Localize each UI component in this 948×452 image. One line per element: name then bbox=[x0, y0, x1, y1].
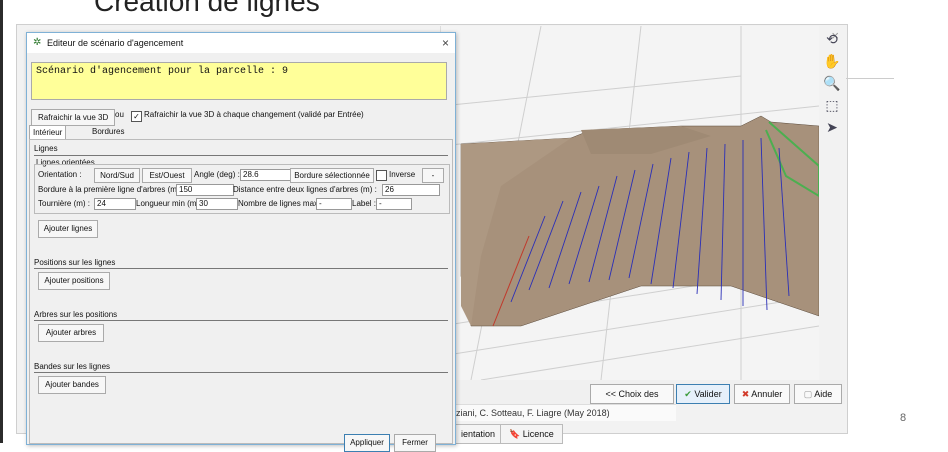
divider bbox=[846, 78, 894, 79]
choose-files-button[interactable]: << Choix des fichiers bbox=[590, 384, 674, 417]
scene-bottom-bar: << Choix des fichiers ✔ Valider ✖ Annule… bbox=[440, 380, 845, 417]
app-icon: ✲ bbox=[33, 37, 42, 48]
max-lines-label: Nombre de lignes max : bbox=[238, 199, 323, 208]
first-row-border-label: Bordure à la première ligne d'arbres (m)… bbox=[38, 185, 185, 194]
or-label: ou bbox=[115, 110, 124, 119]
angle-input[interactable]: 28.6 bbox=[240, 169, 292, 181]
interieur-parcelle-panel: Lignes Lignes orientées Orientation : No… bbox=[29, 139, 453, 444]
label-label: Label : bbox=[352, 199, 377, 208]
cancel-label: Annuler bbox=[751, 389, 783, 399]
pointer-icon[interactable]: ➤ bbox=[823, 118, 841, 136]
slide-page-number: 8 bbox=[900, 412, 907, 424]
rotate-icon[interactable]: ⟲ bbox=[823, 30, 841, 48]
slide-title: Création de lignes bbox=[94, 0, 320, 17]
auto-refresh-checkbox[interactable]: ✓ bbox=[131, 111, 142, 122]
slide-left-border bbox=[0, 0, 3, 443]
zoom-region-icon[interactable]: ⬚ bbox=[823, 96, 841, 114]
validate-button[interactable]: ✔ Valider bbox=[676, 384, 730, 404]
pan-hand-icon[interactable]: ✋ bbox=[823, 52, 841, 70]
close-icon[interactable]: × bbox=[442, 33, 449, 53]
licence-label: Licence bbox=[522, 429, 554, 439]
inverse-checkbox[interactable] bbox=[376, 170, 387, 181]
label-input[interactable]: - bbox=[376, 198, 412, 210]
min-length-input[interactable]: 30 bbox=[196, 198, 238, 210]
x-icon: ✖ bbox=[741, 389, 750, 399]
section-title-positions: Positions sur les lignes bbox=[34, 258, 116, 267]
apply-button[interactable]: Appliquer bbox=[344, 434, 390, 452]
section-divider bbox=[34, 372, 448, 373]
auto-refresh-label: Rafraichir la vue 3D à chaque changement… bbox=[144, 110, 364, 119]
add-trees-button[interactable]: Ajouter arbres bbox=[38, 324, 104, 342]
zoom-icon[interactable]: 🔍 bbox=[823, 74, 841, 92]
row-distance-input[interactable]: 26 bbox=[382, 184, 440, 196]
orientation-label: Orientation : bbox=[38, 170, 82, 179]
tourniere-input[interactable]: 24 bbox=[94, 198, 136, 210]
scenario-editor-dialog: ✲ Editeur de scénario d'agencement × Scé… bbox=[26, 32, 456, 445]
help-icon: ▢ bbox=[803, 389, 813, 399]
scenario-text-area[interactable]: Scénario d'agencement pour la parcelle :… bbox=[31, 62, 447, 100]
max-lines-input[interactable]: - bbox=[316, 198, 352, 210]
inverse-label: Inverse bbox=[389, 170, 416, 179]
3d-viewport[interactable] bbox=[440, 26, 819, 380]
section-divider bbox=[34, 320, 448, 321]
credits-text: ziani, C. Sotteau, F. Liagre (May 2018) bbox=[440, 404, 676, 421]
validate-label: Valider bbox=[694, 389, 722, 399]
section-divider bbox=[34, 268, 448, 269]
angle-label: Angle (deg) : bbox=[194, 170, 240, 179]
row-distance-label: Distance entre deux lignes d'arbres (m) … bbox=[233, 185, 377, 194]
first-row-border-input[interactable]: 150 bbox=[176, 184, 234, 196]
check-icon: ✔ bbox=[684, 389, 692, 399]
licence-icon: 🔖 bbox=[509, 429, 521, 439]
add-lines-button[interactable]: Ajouter lignes bbox=[38, 220, 98, 238]
refresh-3d-button[interactable]: Rafraichir la vue 3D bbox=[31, 109, 116, 126]
tourniere-label: Tournière (m) : bbox=[38, 199, 91, 208]
section-title-arbres: Arbres sur les positions bbox=[34, 310, 118, 319]
add-bands-button[interactable]: Ajouter bandes bbox=[38, 376, 106, 394]
tab-interieur-parcelle[interactable]: Intérieur parcelle bbox=[29, 125, 67, 150]
section-title-lignes: Lignes bbox=[34, 144, 58, 153]
3d-scene[interactable] bbox=[441, 26, 819, 380]
dialog-title: Editeur de scénario d'agencement bbox=[47, 38, 184, 48]
dialog-body: Scénario d'agencement pour la parcelle :… bbox=[27, 53, 455, 444]
help-label: Aide bbox=[814, 389, 833, 399]
est-ouest-button[interactable]: Est/Ouest bbox=[142, 168, 192, 183]
scene-toolbar: ⟲ ✋ 🔍 ⬚ ➤ bbox=[818, 26, 846, 146]
tab-bordures[interactable]: Bordures bbox=[89, 125, 127, 138]
help-button[interactable]: ▢ Aide bbox=[794, 384, 842, 404]
min-length-label: Longueur min (m) : bbox=[136, 199, 204, 208]
dialog-titlebar[interactable]: ✲ Editeur de scénario d'agencement × bbox=[27, 33, 455, 53]
nord-sud-button[interactable]: Nord/Sud bbox=[94, 168, 140, 183]
dash-button[interactable]: - bbox=[422, 168, 444, 183]
section-title-bandes: Bandes sur les lignes bbox=[34, 362, 111, 371]
selected-border-button[interactable]: Bordure sélectionnée bbox=[290, 168, 374, 183]
tab-licence[interactable]: 🔖 Licence bbox=[500, 424, 563, 444]
close-button[interactable]: Fermer bbox=[394, 434, 436, 452]
section-divider bbox=[34, 155, 448, 156]
cancel-button[interactable]: ✖ Annuler bbox=[734, 384, 790, 404]
tab-orientation[interactable]: ientation bbox=[452, 424, 505, 444]
add-positions-button[interactable]: Ajouter positions bbox=[38, 272, 110, 290]
